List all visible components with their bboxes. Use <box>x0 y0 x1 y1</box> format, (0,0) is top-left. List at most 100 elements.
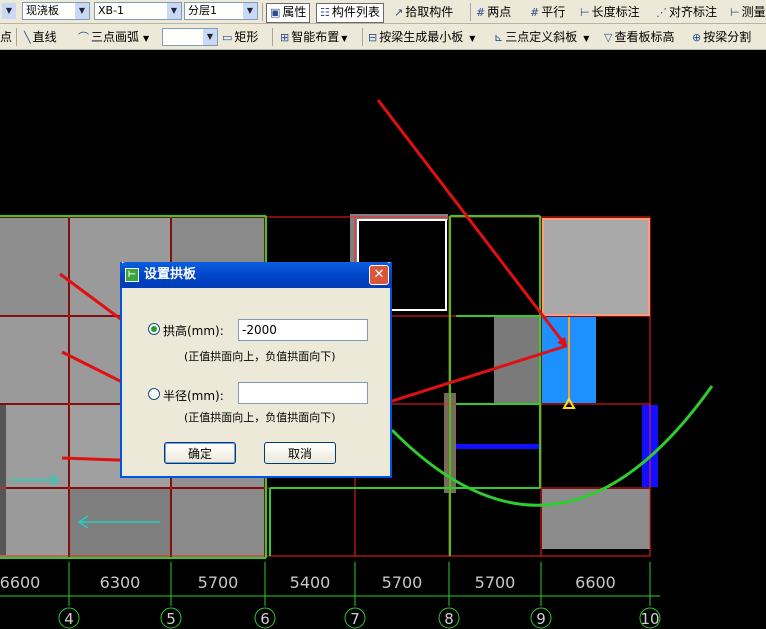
length-dim-button[interactable]: ⊢ 长度标注 <box>580 3 640 21</box>
pick-component-label: 拾取构件 <box>405 5 454 19</box>
slab <box>172 489 264 557</box>
point-label: 点 <box>0 30 13 44</box>
aligned-dim-button[interactable]: ⋰ 对齐标注 <box>656 3 717 21</box>
smart-layout-label: 智能布置 <box>291 30 340 44</box>
dimension-label: 6300 <box>100 573 141 592</box>
by-beam-button[interactable]: ⊟ 按梁生成最小板 ▼ <box>368 28 475 46</box>
rect-button[interactable]: ▭ 矩形 <box>222 28 258 46</box>
dimension-icon: ⊢ <box>580 6 590 19</box>
view-height-label: 查看板标高 <box>614 30 675 44</box>
arch-height-label: 拱高(mm): <box>163 324 224 338</box>
list-icon: ☷ <box>320 6 330 19</box>
chevron-down-icon[interactable]: ▼ <box>75 3 89 19</box>
separator <box>262 3 263 21</box>
axis-label: 7 <box>350 610 360 628</box>
chevron-down-icon[interactable]: ▼ <box>469 34 475 43</box>
smart-layout-icon: ⊞ <box>280 31 290 44</box>
app-icon: ⊢ <box>125 268 139 282</box>
chevron-down-icon[interactable]: ▼ <box>341 34 347 43</box>
dimension-labels: 6600 6300 5700 5400 5700 5700 6600 <box>0 573 616 592</box>
separator <box>362 28 363 46</box>
close-icon[interactable]: ✕ <box>369 265 389 285</box>
toolbar-top: ▼ 现浇板 ▼ XB-1 ▼ 分层1 ▼ ▣ 属性 ☷ 构件列表 ↗ 拾取构件 # 两点… <box>0 0 766 24</box>
component-value: XB-1 <box>98 4 125 17</box>
arch-height-radio[interactable] <box>148 323 160 335</box>
dimension-ticks <box>68 562 651 606</box>
separator <box>470 3 471 21</box>
dimension-label: 6600 <box>575 573 616 592</box>
measure-label: 测量 <box>741 5 766 19</box>
smart-layout-button[interactable]: ⊞ 智能布置 ▼ <box>280 28 347 46</box>
slab <box>0 489 68 557</box>
slab <box>0 405 68 487</box>
arc-icon: ⌒ <box>78 31 89 44</box>
slab <box>542 489 650 549</box>
point-button[interactable]: 点 <box>0 28 12 46</box>
measure-icon: ⊢ <box>730 6 740 19</box>
pick-component-button[interactable]: ↗ 拾取构件 <box>394 3 453 21</box>
layer-value: 分层1 <box>188 4 217 17</box>
type-prev-dropdown[interactable]: ▼ <box>2 3 16 19</box>
parallel-button[interactable]: # 平行 <box>530 3 565 21</box>
radius-label: 半径(mm): <box>163 389 224 403</box>
view-height-button[interactable]: ▽ 查看板标高 <box>604 28 674 46</box>
arc-label: 三点画弧 <box>91 30 140 44</box>
aligned-dim-icon: ⋰ <box>656 6 667 19</box>
arc-button[interactable]: ⌒ 三点画弧 ▼ <box>78 28 149 46</box>
dimension-label: 5700 <box>198 573 239 592</box>
dimension-label: 5700 <box>475 573 516 592</box>
line-button[interactable]: ╲ 直线 <box>24 28 57 46</box>
properties-icon: ▣ <box>270 6 281 19</box>
chevron-down-icon[interactable]: ▼ <box>143 34 149 43</box>
chevron-down-icon[interactable]: ▼ <box>243 3 257 19</box>
dialog-titlebar[interactable]: ⊢ 设置拱板 ✕ <box>120 262 392 288</box>
arc-mode-select[interactable]: ▼ <box>162 28 218 46</box>
split-button[interactable]: ⊕ 按梁分割 <box>692 28 751 46</box>
slab-type-select[interactable]: 现浇板 ▼ <box>22 2 90 20</box>
arch-height-input[interactable] <box>238 319 368 341</box>
separator <box>16 28 17 46</box>
axis-label: 8 <box>444 610 454 628</box>
ok-button[interactable]: 确定 <box>164 442 236 464</box>
chevron-down-icon[interactable]: ▼ <box>167 3 181 19</box>
component-list-label: 构件列表 <box>331 5 380 19</box>
grid-icon: # <box>530 6 540 19</box>
radius-radio[interactable] <box>148 388 160 400</box>
line-icon: ╲ <box>24 31 31 44</box>
measure-button[interactable]: ⊢ 测量 <box>730 3 766 21</box>
slab-type-value: 现浇板 <box>26 4 59 17</box>
slab <box>494 317 540 403</box>
slope-button[interactable]: ⊾ 三点定义斜板 ▼ <box>494 28 589 46</box>
component-select[interactable]: XB-1 ▼ <box>94 2 182 20</box>
axis-label: 5 <box>166 610 176 628</box>
arch-height-hint: (正值拱面向上，负值拱面向下) <box>184 350 336 363</box>
wall <box>0 405 6 555</box>
axis-labels: 4 5 6 7 8 9 10 <box>58 607 661 629</box>
rect-label: 矩形 <box>234 30 259 44</box>
split-label: 按梁分割 <box>703 30 752 44</box>
blue-beam <box>456 444 540 449</box>
cancel-button[interactable]: 取消 <box>264 442 336 464</box>
axis-label: 6 <box>260 610 270 628</box>
component-list-button[interactable]: ☷ 构件列表 <box>316 3 384 23</box>
layer-select[interactable]: 分层1 ▼ <box>184 2 258 20</box>
dialog-title: 设置拱板 <box>144 267 197 282</box>
parallel-label: 平行 <box>541 5 566 19</box>
properties-label: 属性 <box>282 5 307 19</box>
two-points-button[interactable]: # 两点 <box>476 3 511 21</box>
chevron-down-icon[interactable]: ▼ <box>583 34 589 43</box>
slab <box>0 218 68 315</box>
split-icon: ⊕ <box>692 31 702 44</box>
by-beam-label: 按梁生成最小板 <box>379 30 464 44</box>
slab <box>542 218 650 315</box>
slope-label: 三点定义斜板 <box>505 30 578 44</box>
slab <box>0 317 68 403</box>
chevron-down-icon[interactable]: ▼ <box>203 29 217 45</box>
radius-input[interactable] <box>238 382 368 404</box>
arch-slab-dialog: ⊢ 设置拱板 ✕ 拱高(mm): (正值拱面向上，负值拱面向下) 半径(mm):… <box>120 262 392 478</box>
filter-icon: ▽ <box>604 31 613 44</box>
separator <box>272 28 273 46</box>
beam-slab-icon: ⊟ <box>368 31 378 44</box>
properties-button[interactable]: ▣ 属性 <box>266 3 311 23</box>
grid-icon: # <box>476 6 486 19</box>
